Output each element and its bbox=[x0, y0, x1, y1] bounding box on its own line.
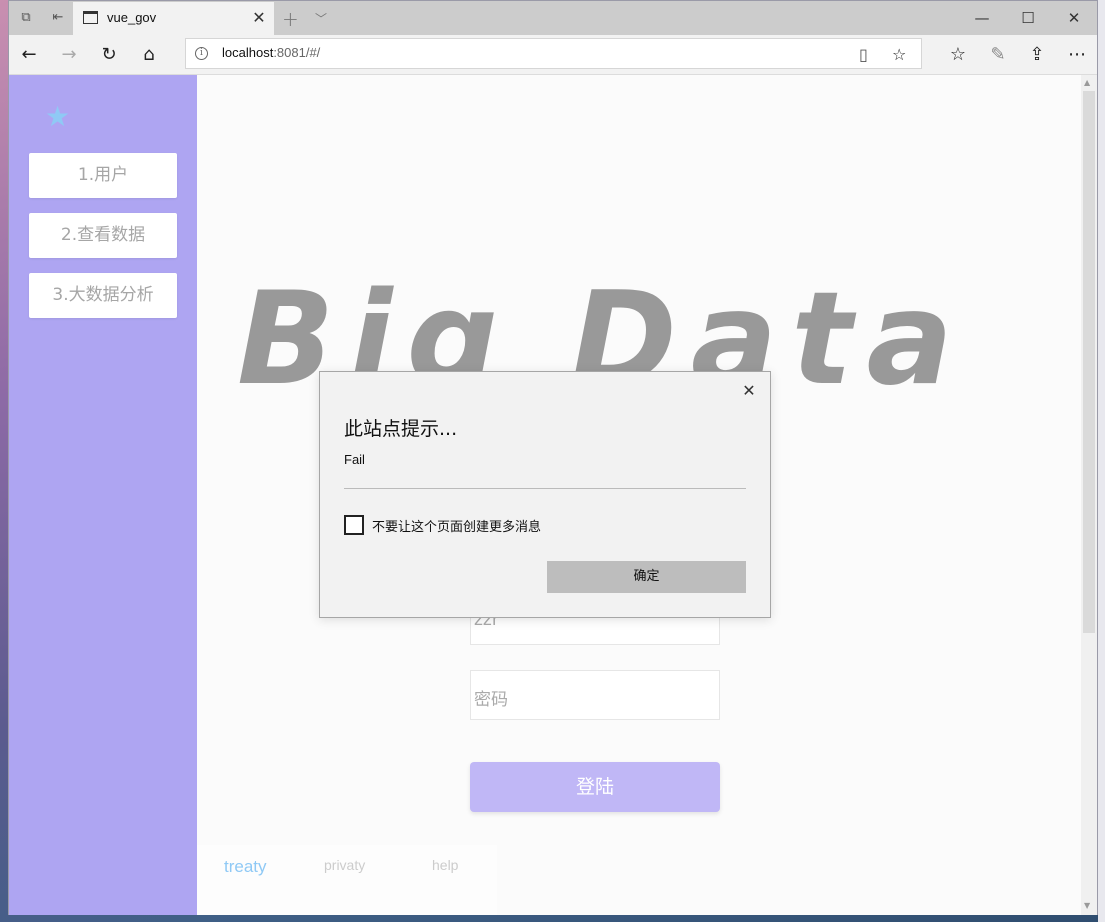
address-bar[interactable]: i localhost:8081/#/ ▯ ☆ bbox=[185, 38, 922, 69]
sidebar-item-view-data[interactable]: 2.查看数据 bbox=[29, 213, 177, 258]
footer-link-help[interactable]: help bbox=[432, 857, 458, 873]
close-icon[interactable]: ✕ bbox=[740, 382, 758, 400]
desktop-edge bbox=[1098, 0, 1105, 922]
share-icon[interactable]: ⇪ bbox=[1025, 43, 1049, 67]
close-window-icon[interactable]: ✕ bbox=[1059, 7, 1089, 29]
password-field[interactable]: 密码 bbox=[470, 670, 720, 720]
maximize-icon[interactable]: ☐ bbox=[1013, 7, 1043, 29]
sidebar-item-user[interactable]: 1.用户 bbox=[29, 153, 177, 198]
footer: treaty privaty help bbox=[197, 845, 497, 915]
navigation-bar: ← → ↻ ⌂ i localhost:8081/#/ ▯ ☆ ☆ ✎ ⇪ ⋯ bbox=[9, 35, 1097, 75]
tab-bar: ⧉ ⇤ vue_gov ✕ + ﹀ — ☐ ✕ bbox=[9, 1, 1097, 35]
suppress-messages-checkbox[interactable] bbox=[344, 515, 364, 535]
scroll-thumb[interactable] bbox=[1083, 91, 1095, 633]
ok-button[interactable]: 确定 bbox=[547, 561, 746, 593]
dialog-title: 此站点提示... bbox=[344, 418, 458, 440]
footer-link-treaty[interactable]: treaty bbox=[224, 857, 267, 877]
alert-dialog: ✕ 此站点提示... Fail 不要让这个页面创建更多消息 确定 bbox=[319, 371, 771, 618]
tab-preview-icon[interactable]: ⇤ bbox=[49, 9, 67, 27]
page-icon bbox=[83, 11, 98, 24]
star-icon: ★ bbox=[45, 100, 71, 133]
dialog-divider bbox=[344, 488, 746, 489]
browser-tab[interactable]: vue_gov ✕ bbox=[73, 2, 274, 35]
login-button[interactable]: 登陆 bbox=[470, 762, 720, 812]
sidebar-item-big-data-analysis[interactable]: 3.大数据分析 bbox=[29, 273, 177, 318]
favorites-icon[interactable]: ☆ bbox=[946, 43, 970, 67]
address-host: localhost bbox=[222, 45, 274, 60]
scroll-down-icon[interactable]: ▼ bbox=[1084, 901, 1090, 910]
refresh-icon[interactable]: ↻ bbox=[97, 43, 121, 67]
scroll-up-icon[interactable]: ▲ bbox=[1084, 78, 1090, 87]
pen-icon[interactable]: ✎ bbox=[986, 43, 1010, 67]
dialog-message: Fail bbox=[344, 452, 365, 467]
back-arrow-icon[interactable]: ← bbox=[17, 43, 41, 67]
sidebar: ★ 1.用户 2.查看数据 3.大数据分析 bbox=[9, 75, 197, 915]
password-placeholder: 密码 bbox=[474, 690, 508, 710]
address-text[interactable]: localhost:8081/#/ bbox=[222, 45, 320, 60]
more-icon[interactable]: ⋯ bbox=[1065, 43, 1089, 67]
chevron-down-icon[interactable]: ﹀ bbox=[315, 10, 327, 27]
tab-close-icon[interactable]: ✕ bbox=[250, 9, 268, 27]
footer-link-privacy[interactable]: privaty bbox=[324, 857, 365, 873]
suppress-messages-label[interactable]: 不要让这个页面创建更多消息 bbox=[372, 516, 541, 535]
new-tab-icon[interactable]: + bbox=[282, 7, 299, 31]
tab-set-aside-icon[interactable]: ⧉ bbox=[17, 9, 35, 27]
vertical-scrollbar[interactable]: ▲ ▼ bbox=[1081, 75, 1097, 915]
tab-title: vue_gov bbox=[107, 10, 157, 25]
reading-view-icon[interactable]: ▯ bbox=[859, 45, 868, 64]
forward-arrow-icon[interactable]: → bbox=[57, 43, 81, 67]
star-icon[interactable]: ☆ bbox=[892, 45, 906, 64]
info-icon[interactable]: i bbox=[195, 47, 208, 60]
home-icon[interactable]: ⌂ bbox=[137, 43, 161, 67]
address-path: :8081/#/ bbox=[273, 45, 321, 60]
minimize-icon[interactable]: — bbox=[967, 7, 997, 29]
